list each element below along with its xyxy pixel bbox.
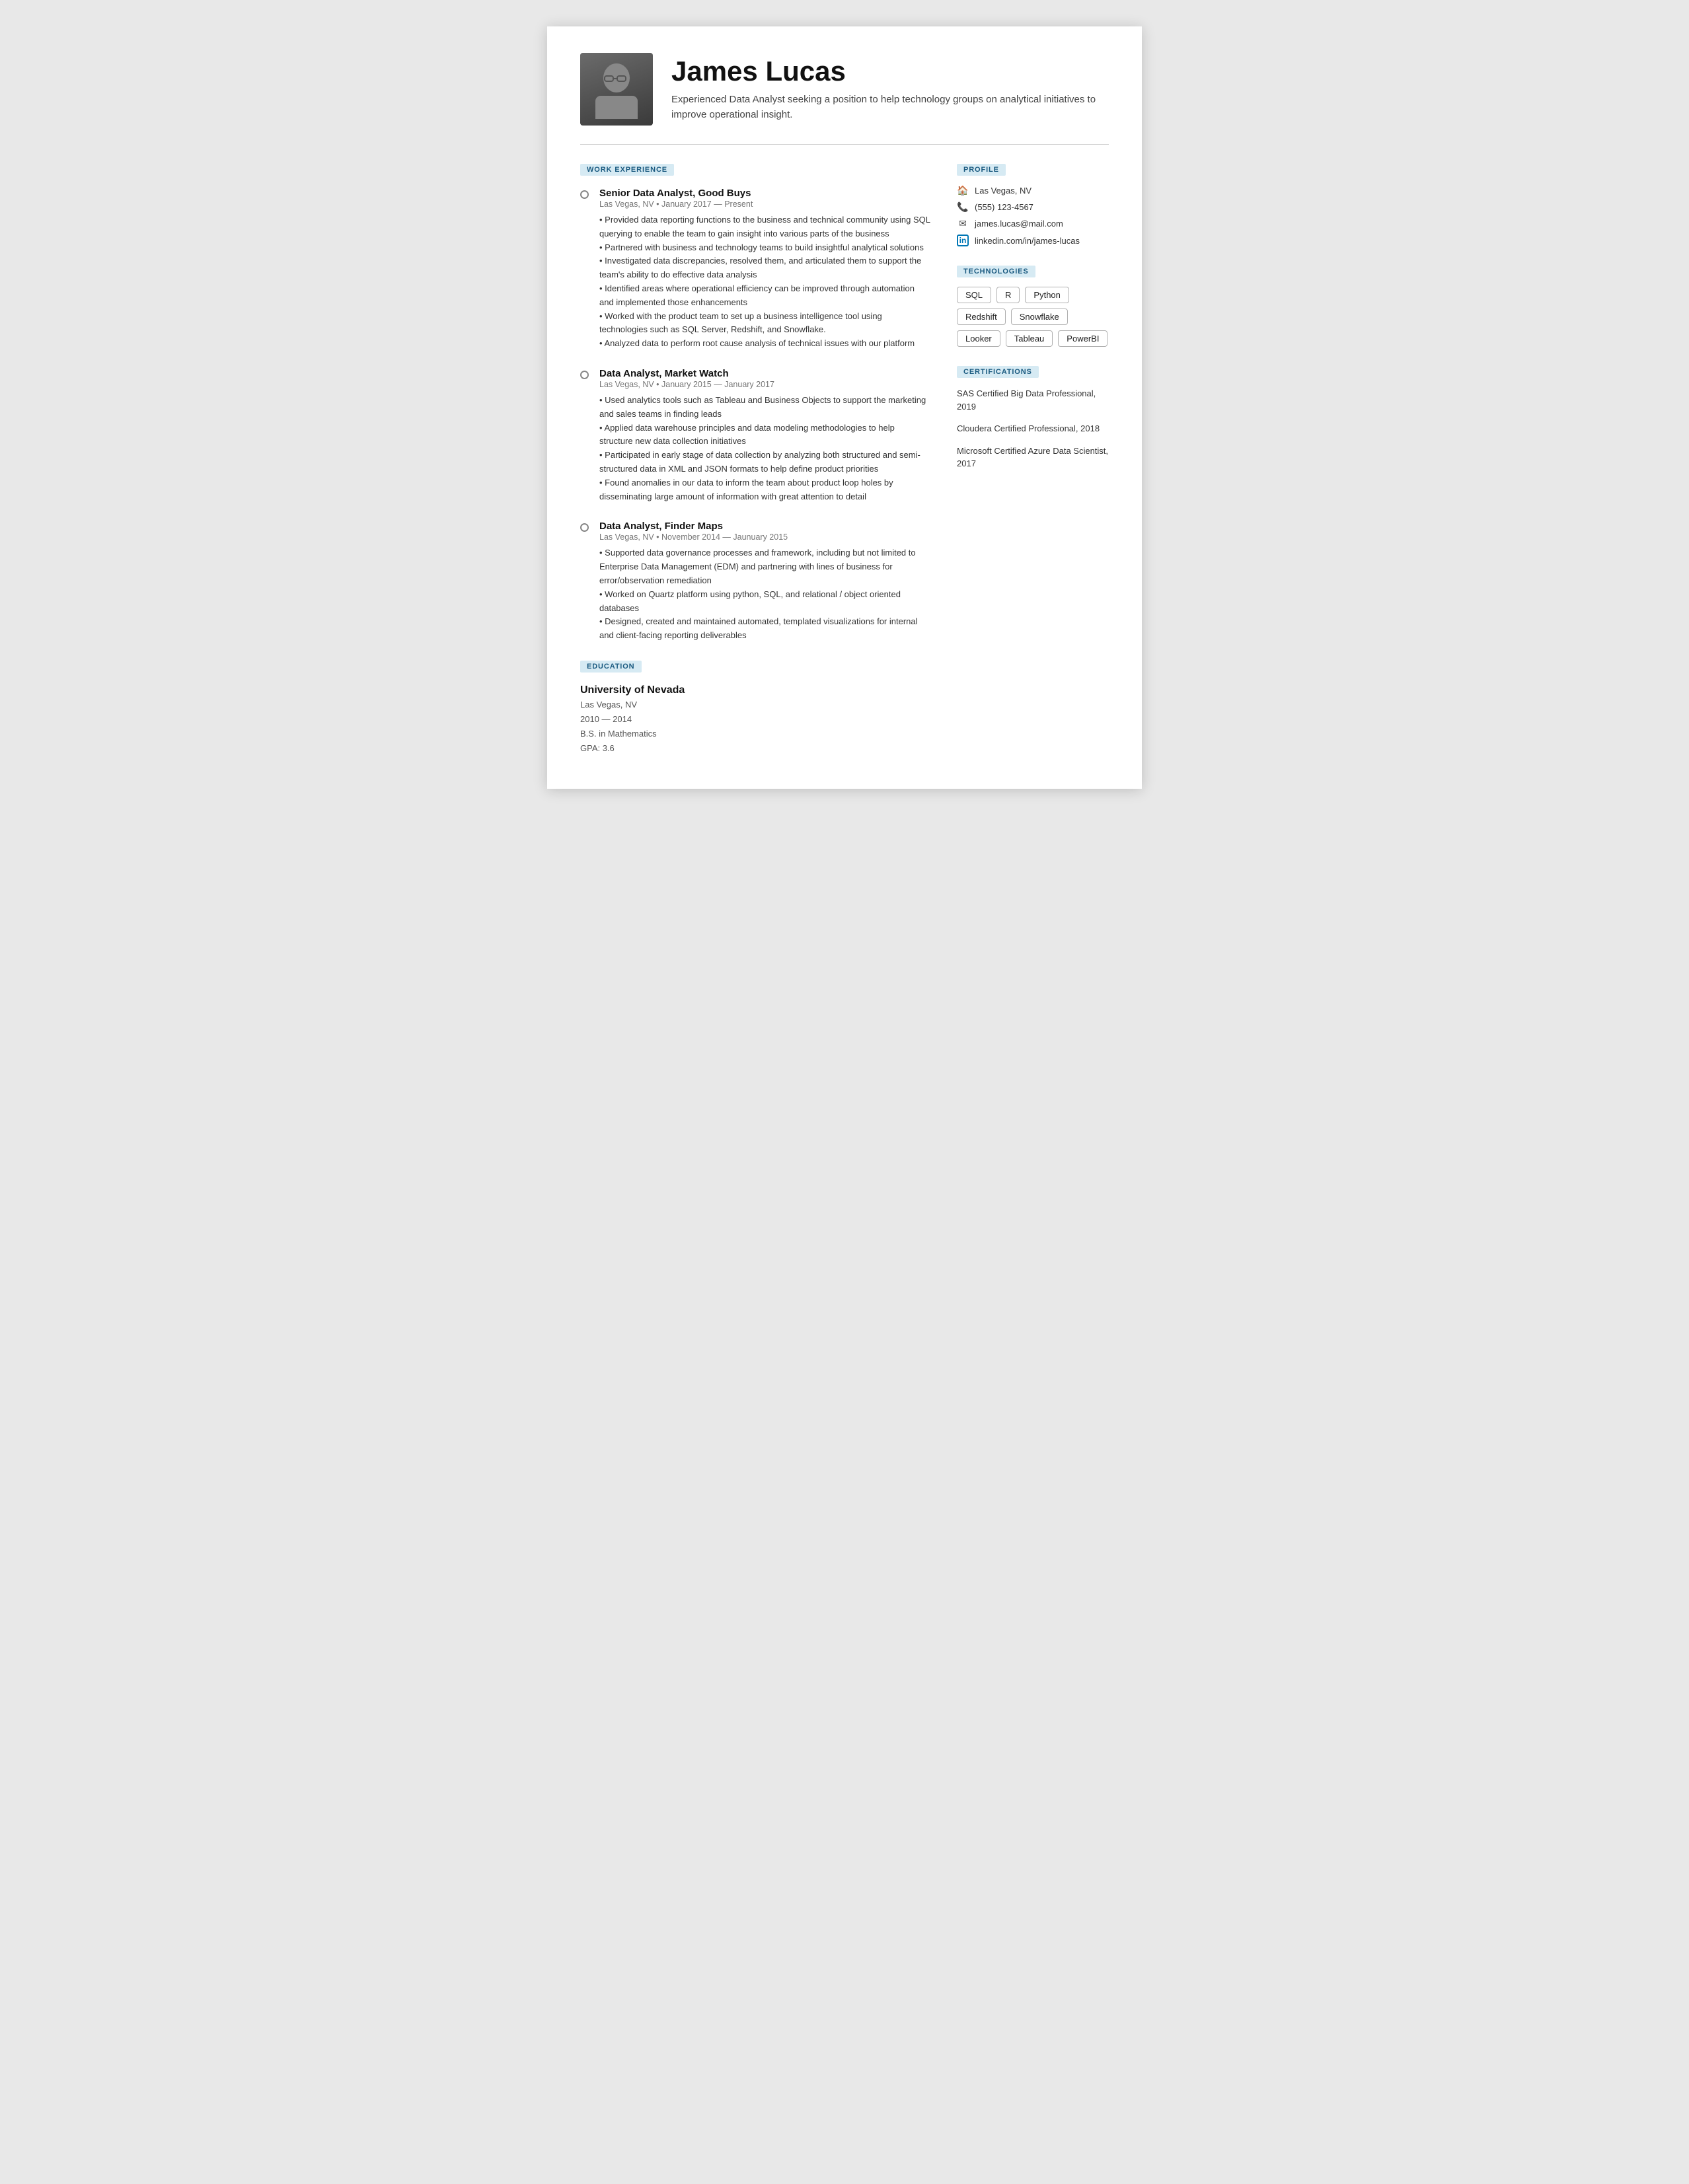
tech-badge-looker: Looker xyxy=(957,330,1000,347)
certifications-label: CERTIFICATIONS xyxy=(957,366,1039,378)
tech-badge-r: R xyxy=(996,287,1020,303)
email-icon: ✉ xyxy=(957,218,969,229)
job-bullets-3: • Supported data governance processes an… xyxy=(599,546,930,643)
tech-badge-tableau: Tableau xyxy=(1006,330,1053,347)
profile-phone: 📞 (555) 123-4567 xyxy=(957,201,1109,213)
linkedin-text: linkedin.com/in/james-lucas xyxy=(975,236,1080,246)
job-content-2: Data Analyst, Market Watch Las Vegas, NV… xyxy=(599,368,930,503)
job-entry-2: Data Analyst, Market Watch Las Vegas, NV… xyxy=(580,368,930,503)
location-icon: 🏠 xyxy=(957,185,969,196)
job-bullet-col-2 xyxy=(580,368,589,503)
profile-email: ✉ james.lucas@mail.com xyxy=(957,218,1109,229)
phone-text: (555) 123-4567 xyxy=(975,202,1033,212)
job-circle-3 xyxy=(580,523,589,532)
right-column: PROFILE 🏠 Las Vegas, NV 📞 (555) 123-4567… xyxy=(957,163,1109,756)
job-meta-2: Las Vegas, NV • January 2015 — January 2… xyxy=(599,380,930,389)
work-experience-label: WORK EXPERIENCE xyxy=(580,164,674,176)
job-title-2: Data Analyst, Market Watch xyxy=(599,368,930,379)
edu-years: 2010 — 2014 xyxy=(580,712,930,727)
job-content-3: Data Analyst, Finder Maps Las Vegas, NV … xyxy=(599,521,930,643)
cert-item: Cloudera Certified Professional, 2018 xyxy=(957,422,1109,435)
job-title-3: Data Analyst, Finder Maps xyxy=(599,521,930,532)
candidate-name: James Lucas xyxy=(671,56,1109,87)
candidate-tagline: Experienced Data Analyst seeking a posit… xyxy=(671,92,1109,123)
job-bullet-col-1 xyxy=(580,188,589,351)
profile-location: 🏠 Las Vegas, NV xyxy=(957,185,1109,196)
job-title-1: Senior Data Analyst, Good Buys xyxy=(599,188,930,199)
certifications-list: SAS Certified Big Data Professional, 201… xyxy=(957,387,1109,470)
resume-paper: James Lucas Experienced Data Analyst see… xyxy=(547,26,1142,789)
left-column: WORK EXPERIENCE Senior Data Analyst, Goo… xyxy=(580,163,930,756)
header: James Lucas Experienced Data Analyst see… xyxy=(580,53,1109,126)
edu-school: University of Nevada xyxy=(580,684,930,696)
education-label: EDUCATION xyxy=(580,661,642,673)
location-text: Las Vegas, NV xyxy=(975,186,1032,196)
job-content-1: Senior Data Analyst, Good Buys Las Vegas… xyxy=(599,188,930,351)
tech-badge-snowflake: Snowflake xyxy=(1011,309,1068,325)
work-experience-section: WORK EXPERIENCE Senior Data Analyst, Goo… xyxy=(580,163,930,643)
job-circle-1 xyxy=(580,190,589,199)
linkedin-icon: in xyxy=(957,235,969,246)
job-bullets-2: • Used analytics tools such as Tableau a… xyxy=(599,394,930,503)
avatar xyxy=(580,53,653,126)
job-entry-3: Data Analyst, Finder Maps Las Vegas, NV … xyxy=(580,521,930,643)
job-bullet-col-3 xyxy=(580,521,589,643)
header-divider xyxy=(580,144,1109,145)
edu-degree: B.S. in Mathematics xyxy=(580,727,930,741)
cert-item: Microsoft Certified Azure Data Scientist… xyxy=(957,445,1109,470)
job-circle-2 xyxy=(580,371,589,379)
job-entry-1: Senior Data Analyst, Good Buys Las Vegas… xyxy=(580,188,930,351)
edu-city: Las Vegas, NV xyxy=(580,698,930,712)
job-meta-3: Las Vegas, NV • November 2014 — Jaunuary… xyxy=(599,532,930,542)
cert-item: SAS Certified Big Data Professional, 201… xyxy=(957,387,1109,413)
phone-icon: 📞 xyxy=(957,201,969,213)
header-info: James Lucas Experienced Data Analyst see… xyxy=(671,56,1109,123)
job-meta-1: Las Vegas, NV • January 2017 — Present xyxy=(599,200,930,209)
tech-badge-redshift: Redshift xyxy=(957,309,1006,325)
technologies-section: TECHNOLOGIES SQL R Python Redshift Snowflake… xyxy=(957,265,1109,347)
job-bullets-1: • Provided data reporting functions to t… xyxy=(599,213,930,351)
edu-gpa: GPA: 3.6 xyxy=(580,741,930,756)
tech-grid: SQL R Python Redshift Snowflake Looker Tableau… xyxy=(957,287,1109,347)
avatar-image xyxy=(580,53,653,126)
profile-linkedin: in linkedin.com/in/james-lucas xyxy=(957,235,1109,246)
tech-badge-powerbi: PowerBI xyxy=(1058,330,1107,347)
education-section: EDUCATION University of Nevada Las Vegas… xyxy=(580,660,930,756)
certifications-section: CERTIFICATIONS SAS Certified Big Data Pr… xyxy=(957,365,1109,470)
email-text: james.lucas@mail.com xyxy=(975,219,1063,229)
profile-section: PROFILE 🏠 Las Vegas, NV 📞 (555) 123-4567… xyxy=(957,163,1109,246)
technologies-label: TECHNOLOGIES xyxy=(957,266,1035,277)
tech-badge-python: Python xyxy=(1025,287,1069,303)
tech-badge-sql: SQL xyxy=(957,287,991,303)
main-columns: WORK EXPERIENCE Senior Data Analyst, Goo… xyxy=(580,163,1109,756)
profile-label: PROFILE xyxy=(957,164,1006,176)
